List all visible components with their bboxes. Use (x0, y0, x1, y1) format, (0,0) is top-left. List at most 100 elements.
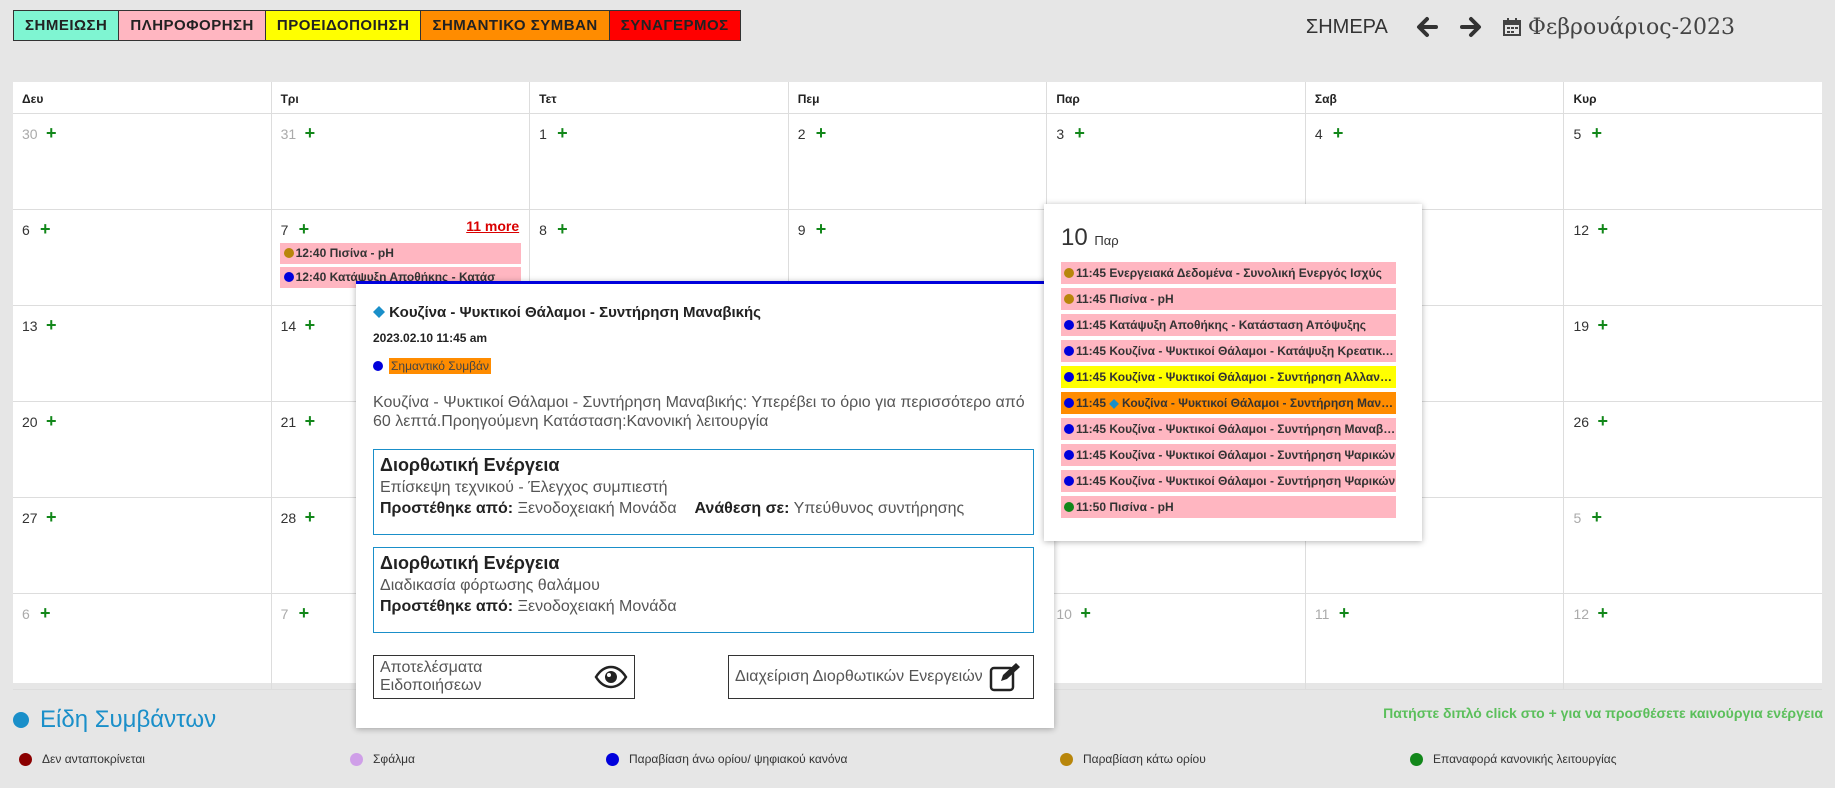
add-event-icon[interactable]: + (299, 219, 310, 240)
legend-info: ΠΛΗΡΟΦΟΡΗΣΗ (119, 11, 266, 40)
day-cell[interactable]: 10 + (1047, 594, 1306, 689)
add-event-icon[interactable]: + (1591, 123, 1602, 144)
add-event-icon[interactable]: + (557, 219, 568, 240)
day-cell[interactable]: 11 + (1306, 594, 1565, 689)
add-event-icon[interactable]: + (1597, 219, 1608, 240)
add-event-icon[interactable]: + (1333, 123, 1344, 144)
add-action-hint: Πατήστε διπλό click στο + για να προσθέσ… (1383, 705, 1823, 721)
day-cell[interactable]: 12 + (1564, 210, 1822, 305)
day-number: 5 (1573, 510, 1582, 526)
day-popup-header: 10 Παρ (1061, 224, 1119, 252)
event-detail-popup: Κουζίνα - Ψυκτικοί Θάλαμοι - Συντήρηση Μ… (356, 281, 1054, 728)
day-number: 11 (1314, 606, 1330, 622)
day-popup-event[interactable]: 11:45 Κουζίνα - Ψυκτικοί Θάλαμοι - Συντή… (1061, 470, 1396, 492)
day-number: 6 (22, 606, 30, 622)
day-cell[interactable]: 2+ (789, 114, 1048, 209)
corrective-action-text: Επίσκεψη τεχνικού - Έλεγχος συμπιεστή (380, 479, 668, 496)
more-events-link[interactable]: 11 more (466, 218, 519, 234)
calendar-week: 30 +31 +1 +2 +3 +4 +5 + (13, 114, 1822, 210)
add-event-icon[interactable]: + (40, 219, 51, 240)
day-cell[interactable]: 3+ (1047, 114, 1306, 209)
add-event-icon[interactable]: + (816, 123, 827, 144)
add-event-icon[interactable]: + (46, 315, 57, 336)
day-cell[interactable]: 20 + (13, 402, 272, 497)
corrective-action-text: Διαδικασία φόρτωσης θαλάμου (380, 577, 600, 594)
day-events-popup: 10 Παρ 11:45 Ενεργειακά Δεδομένα - Συνολ… (1044, 204, 1422, 541)
event-dot (1064, 268, 1074, 278)
add-event-icon[interactable]: + (1597, 411, 1608, 432)
calendar-event[interactable]: 12:40 Πισίνα - pH (279, 243, 522, 264)
day-cell[interactable]: 13 + (13, 306, 272, 401)
day-popup-event[interactable]: 11:50 Πισίνα - pH (1061, 496, 1396, 518)
add-event-icon[interactable]: + (1074, 123, 1085, 144)
day-number: 21 (280, 414, 297, 430)
today-button[interactable]: ΣΗΜΕΡΑ (1306, 16, 1388, 39)
add-event-icon[interactable]: + (40, 603, 51, 624)
arrow-right-icon[interactable] (1458, 14, 1484, 40)
add-event-icon[interactable]: + (46, 123, 57, 144)
legend-warning: ΠΡΟΕΙΔΟΠΟΙΗΣΗ (265, 11, 422, 40)
day-cell[interactable]: 19 + (1564, 306, 1822, 401)
add-event-icon[interactable]: + (816, 219, 827, 240)
day-popup-event[interactable]: 11:45 Ενεργειακά Δεδομένα - Συνολική Ενε… (1061, 262, 1396, 284)
add-event-icon[interactable]: + (46, 411, 57, 432)
day-cell[interactable]: 26 + (1564, 402, 1822, 497)
day-cell[interactable]: 27 + (13, 498, 272, 593)
add-event-icon[interactable]: + (1591, 507, 1602, 528)
add-event-icon[interactable]: + (1597, 603, 1608, 624)
add-event-icon[interactable]: + (1597, 315, 1608, 336)
day-cell[interactable]: 6 + (13, 594, 272, 689)
day-popup-event[interactable]: 11:45 Πισίνα - pH (1061, 288, 1396, 310)
day-popup-event[interactable]: 11:45 ◆ Κουζίνα - Ψυκτικοί Θάλαμοι - Συν… (1061, 392, 1396, 414)
day-cell[interactable]: 12 + (1564, 594, 1822, 689)
add-event-icon[interactable]: + (557, 123, 568, 144)
day-number: 13 (22, 318, 38, 334)
add-event-icon[interactable]: + (46, 507, 57, 528)
notification-results-button[interactable]: Αποτελέσματα Ειδοποιήσεων (373, 655, 635, 699)
event-type-item: Παραβίαση άνω ορίου/ ψηφιακού κανόνα (606, 752, 847, 766)
notification-results-label: Αποτελέσματα Ειδοποιήσεων (380, 659, 483, 694)
event-type-label: Σφάλμα (373, 752, 415, 766)
weekday-label: Τετ (530, 82, 789, 113)
weekday-label: Δευ (13, 82, 272, 113)
day-cell[interactable]: 4+ (1306, 114, 1565, 209)
day-number: 3 (1056, 126, 1065, 142)
day-popup-event[interactable]: 11:45 Κουζίνα - Ψυκτικοί Θάλαμοι - Συντή… (1061, 444, 1396, 466)
arrow-left-icon[interactable] (1414, 14, 1440, 40)
day-popup-event[interactable]: 11:45 Κουζίνα - Ψυκτικοί Θάλαμοι - Συντή… (1061, 418, 1396, 440)
corrective-action-meta: Προστέθηκε από: Ξενοδοχειακή Μονάδα (380, 598, 1027, 616)
add-event-icon[interactable]: + (1080, 603, 1091, 624)
add-event-icon[interactable]: + (305, 123, 316, 144)
manage-corrective-actions-button[interactable]: Διαχείριση Διορθωτικών Ενεργειών (728, 655, 1034, 699)
added-by-label: Προστέθηκε από: (380, 598, 514, 615)
add-event-icon[interactable]: + (305, 507, 316, 528)
day-popup-event[interactable]: 11:45 Κουζίνα - Ψυκτικοί Θάλαμοι - Κατάψ… (1061, 340, 1396, 362)
day-popup-event[interactable]: 11:45 Κατάψυξη Αποθήκης - Κατάσταση Απόψ… (1061, 314, 1396, 336)
added-by-value: Ξενοδοχειακή Μονάδα (517, 500, 677, 517)
add-event-icon[interactable]: + (305, 315, 316, 336)
add-event-icon[interactable]: + (1339, 603, 1350, 624)
event-types-heading: Είδη Συμβάντων (13, 706, 216, 734)
color-dot (1060, 752, 1073, 766)
day-number: 8 (539, 222, 547, 238)
event-title: Κουζίνα - Ψυκτικοί Θάλαμοι - Συντήρηση Μ… (373, 304, 761, 321)
day-number: 14 (280, 318, 297, 334)
event-type-label: Παραβίαση άνω ορίου/ ψηφιακού κανόνα (629, 752, 848, 766)
day-popup-number: 10 (1061, 224, 1088, 251)
add-event-icon[interactable]: + (305, 411, 316, 432)
add-event-icon[interactable]: + (299, 603, 310, 624)
day-number: 28 (280, 510, 297, 526)
day-cell[interactable]: 5 + (1564, 498, 1822, 593)
day-popup-event[interactable]: 11:45 Κουζίνα - Ψυκτικοί Θάλαμοι - Συντή… (1061, 366, 1396, 388)
manage-corrective-actions-label: Διαχείριση Διορθωτικών Ενεργειών (735, 668, 983, 685)
day-cell[interactable]: 5 + (1564, 114, 1822, 209)
day-cell[interactable]: 31 + (272, 114, 531, 209)
event-datetime: 2023.02.10 11:45 am (373, 331, 488, 345)
day-cell[interactable]: 30 + (13, 114, 272, 209)
event-dot (1064, 424, 1074, 434)
event-dot (283, 248, 294, 258)
corrective-action: Διορθωτική Ενέργεια Διαδικασία φόρτωσης … (373, 547, 1034, 633)
day-number: 31 (280, 126, 297, 142)
day-cell[interactable]: 6 + (13, 210, 272, 305)
day-cell[interactable]: 1+ (530, 114, 789, 209)
